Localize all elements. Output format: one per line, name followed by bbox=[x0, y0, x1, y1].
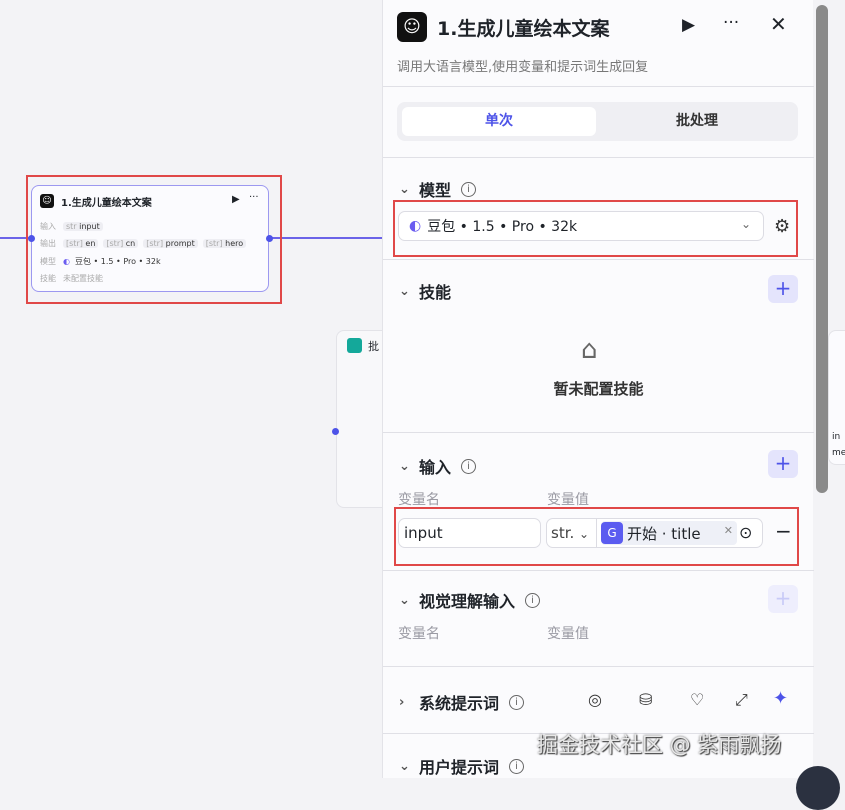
inputs-section-header[interactable]: ⌄ 输入 i bbox=[399, 454, 477, 478]
chevron-down-icon: ⌄ bbox=[399, 458, 410, 474]
highlight-node bbox=[26, 175, 282, 304]
column-value-label: 变量值 bbox=[547, 626, 589, 642]
panel-title[interactable]: 1.生成儿童绘本文案 bbox=[437, 14, 609, 41]
chevron-down-icon: ⌄ bbox=[399, 181, 410, 197]
template-icon[interactable]: ⛁ bbox=[639, 690, 652, 709]
right-node-text: me bbox=[832, 448, 845, 458]
lightbulb-icon[interactable]: ♡ bbox=[690, 690, 704, 709]
batch-icon bbox=[347, 338, 362, 353]
close-icon[interactable]: ✕ bbox=[770, 12, 787, 36]
skills-empty-text: 暂未配置技能 bbox=[553, 380, 644, 398]
more-icon[interactable]: ··· bbox=[723, 13, 739, 33]
mode-tabs: 单次 批处理 bbox=[397, 102, 798, 141]
highlight-input-row bbox=[394, 507, 799, 566]
scrollbar[interactable] bbox=[816, 5, 828, 493]
chevron-right-icon: › bbox=[399, 694, 405, 710]
column-name-label: 变量名 bbox=[398, 626, 440, 642]
info-icon: i bbox=[461, 181, 477, 197]
tab-single[interactable]: 单次 bbox=[402, 107, 596, 136]
add-skill-button[interactable]: + bbox=[768, 275, 798, 303]
compass-icon[interactable]: ◎ bbox=[588, 690, 602, 709]
info-icon: i bbox=[509, 758, 525, 774]
watermark: 掘金技术社区 @ 紫雨飘扬 bbox=[537, 733, 782, 757]
add-vision-input-button[interactable]: + bbox=[768, 585, 798, 613]
vision-section-header[interactable]: ⌄ 视觉理解输入 i bbox=[399, 588, 541, 612]
node-settings-panel: ☺ 1.生成儿童绘本文案 ▶ ··· ✕ 调用大语言模型,使用变量和提示词生成回… bbox=[382, 0, 814, 778]
tab-batch[interactable]: 批处理 bbox=[600, 107, 794, 136]
add-input-button[interactable]: + bbox=[768, 450, 798, 478]
sparkle-icon[interactable]: ✦ bbox=[773, 688, 788, 709]
info-icon: i bbox=[509, 694, 525, 710]
chevron-down-icon: ⌄ bbox=[399, 283, 410, 299]
skills-section-header[interactable]: ⌄ 技能 bbox=[399, 279, 451, 303]
model-section-header[interactable]: ⌄ 模型 i bbox=[399, 177, 477, 201]
right-node-card[interactable]: in me bbox=[828, 330, 845, 465]
highlight-model bbox=[393, 200, 798, 257]
user-prompt-header[interactable]: ⌄ 用户提示词 i bbox=[399, 754, 525, 778]
system-prompt-header[interactable]: › 系统提示词 i bbox=[399, 690, 525, 714]
edge-out bbox=[270, 237, 382, 239]
llm-icon: ☺ bbox=[397, 12, 427, 42]
batch-input-port[interactable] bbox=[332, 428, 339, 435]
right-node-text: in bbox=[832, 432, 841, 442]
info-icon: i bbox=[525, 592, 541, 608]
chevron-down-icon: ⌄ bbox=[399, 758, 410, 774]
column-name-label: 变量名 bbox=[398, 492, 440, 508]
assistant-button[interactable] bbox=[796, 766, 840, 810]
info-icon: i bbox=[461, 458, 477, 474]
empty-box-icon: ⌂ bbox=[581, 335, 598, 365]
expand-icon[interactable]: ⤢ bbox=[735, 690, 748, 710]
chevron-down-icon: ⌄ bbox=[399, 592, 410, 608]
batch-node-title: 批 bbox=[368, 340, 379, 353]
column-value-label: 变量值 bbox=[547, 492, 589, 508]
run-icon[interactable]: ▶ bbox=[682, 15, 695, 35]
panel-description: 调用大语言模型,使用变量和提示词生成回复 bbox=[397, 60, 649, 75]
